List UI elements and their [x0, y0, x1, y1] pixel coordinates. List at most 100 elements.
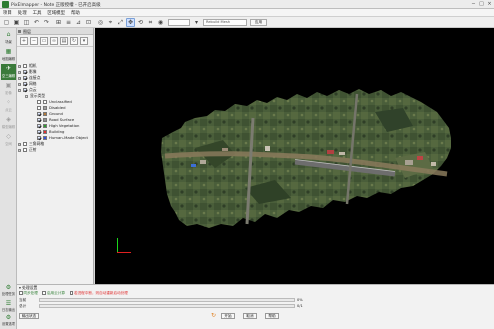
- open-icon[interactable]: ▢: [2, 18, 11, 27]
- layer-checkbox[interactable]: [37, 100, 41, 104]
- menu-process[interactable]: 处理: [18, 10, 27, 16]
- display-mode-select[interactable]: Rebuild Mesh: [203, 19, 247, 26]
- layer-checkbox[interactable]: [37, 130, 41, 134]
- refresh-icon[interactable]: ↻: [211, 312, 216, 319]
- bottom-left-nav: ⚙ 处理任务 ☰ 日志输出 ⚙ 设置选项: [0, 285, 17, 329]
- layer-checkbox[interactable]: [23, 64, 27, 68]
- nav-space[interactable]: ◇ 空间: [1, 132, 16, 148]
- redo-icon[interactable]: ↷: [42, 18, 51, 27]
- tree-item[interactable]: + 正射: [18, 147, 93, 153]
- layer-checkbox[interactable]: [23, 142, 27, 146]
- cancel-button[interactable]: 取消: [243, 313, 257, 319]
- map-viewport[interactable]: [95, 28, 494, 284]
- nav-map-edit[interactable]: ▦ 地图编辑: [1, 47, 16, 63]
- aerial-edit-icon: ✈: [5, 65, 12, 72]
- layers-icon[interactable]: ≡: [64, 18, 73, 27]
- layer-checkbox[interactable]: [37, 112, 41, 116]
- layer-checkbox[interactable]: [37, 136, 41, 140]
- refresh-icon[interactable]: ↻: [70, 37, 78, 45]
- nav-aerial-edit[interactable]: ✈ 空三编辑: [1, 64, 16, 80]
- nav-settings[interactable]: ⚙ 设置选项: [1, 314, 16, 327]
- layer-checkbox[interactable]: [37, 106, 41, 110]
- building: [431, 162, 436, 166]
- ruler-icon[interactable]: ⊿: [74, 18, 83, 27]
- nav-scene[interactable]: ⌂ 场景: [1, 30, 16, 46]
- collapse-icon[interactable]: -: [25, 94, 28, 98]
- expand-icon[interactable]: +: [18, 64, 21, 68]
- orthomosaic-canvas: [161, 89, 451, 228]
- lock-icon[interactable]: ▤: [60, 37, 68, 45]
- add-layer-icon[interactable]: +: [20, 37, 28, 45]
- close-button[interactable]: ×: [486, 1, 493, 8]
- measure-icon[interactable]: ⌗: [146, 18, 155, 27]
- app-title: PixElmapper - Note 正版授權 - 已开启高级: [11, 3, 101, 8]
- maximize-button[interactable]: □: [478, 1, 485, 8]
- chevron-down-icon[interactable]: ▾: [192, 18, 201, 27]
- layer-checkbox[interactable]: [23, 70, 27, 74]
- sync-checkbox[interactable]: [19, 291, 23, 295]
- apply-button[interactable]: 应用: [250, 19, 267, 26]
- layer-checkbox[interactable]: [23, 148, 27, 152]
- restart-checkbox[interactable]: [69, 291, 73, 295]
- layer-panel: 图层 + − ▭ ∞ ▤ ↻ ▾ + 相机 + 影像 + 连接点 + 网格 - 点云 - 显示类型 Un…: [17, 28, 94, 294]
- expand-icon[interactable]: +: [18, 70, 21, 74]
- layer-checkbox[interactable]: [23, 88, 27, 92]
- export-status-button[interactable]: 输出状态: [19, 313, 39, 319]
- zoom-fit-icon[interactable]: ⊡: [84, 18, 93, 27]
- panel-title: 图层: [23, 29, 31, 34]
- rotate-icon[interactable]: ⟲: [136, 18, 145, 27]
- layer-checkbox[interactable]: [23, 76, 27, 80]
- expand-icon[interactable]: +: [18, 82, 21, 86]
- menu-project[interactable]: 项目: [3, 10, 12, 16]
- space-icon: ◇: [6, 133, 11, 140]
- nav-task[interactable]: ⚙ 处理任务: [1, 285, 16, 297]
- nav-model-edit[interactable]: ◈ 模型编辑: [1, 115, 16, 131]
- link-icon[interactable]: ∞: [50, 37, 58, 45]
- layer-checkbox[interactable]: [37, 118, 41, 122]
- total-label: 总计: [19, 304, 27, 308]
- layer-tree: + 相机 + 影像 + 连接点 + 网格 - 点云 - 显示类型 Unclassified Disable…: [18, 63, 93, 153]
- grid-icon[interactable]: ⊞: [54, 18, 63, 27]
- photo-icon: ▣: [5, 82, 12, 89]
- tree-item-label: 正射: [29, 147, 37, 152]
- expand-icon[interactable]: +: [18, 76, 21, 80]
- filter-icon[interactable]: ▾: [80, 37, 88, 45]
- building: [339, 152, 345, 155]
- nav-photo[interactable]: ▣ 影像: [1, 81, 16, 97]
- nav-point-cloud[interactable]: ⁘ 点云: [1, 98, 16, 114]
- save-icon[interactable]: ▣: [12, 18, 21, 27]
- expand-icon[interactable]: +: [18, 148, 21, 152]
- menu-tools[interactable]: 工具: [33, 10, 42, 16]
- layer-checkbox[interactable]: [23, 82, 27, 86]
- pan-icon[interactable]: ✥: [126, 18, 135, 27]
- menu-area-model[interactable]: 区域模型: [47, 10, 65, 16]
- class-color-swatch: [43, 118, 47, 122]
- building: [265, 146, 270, 151]
- camera-icon[interactable]: ◉: [156, 18, 165, 27]
- expand-icon[interactable]: +: [18, 142, 21, 146]
- collapse-icon[interactable]: -: [18, 88, 21, 92]
- axis-y-indicator: [117, 238, 118, 252]
- total-progress-bar: [39, 304, 295, 308]
- remove-layer-icon[interactable]: −: [30, 37, 38, 45]
- fullscreen-icon[interactable]: ⤢: [116, 18, 125, 27]
- blue-roof: [191, 164, 196, 167]
- step-value: 0%: [297, 298, 303, 302]
- layer-checkbox[interactable]: [37, 124, 41, 128]
- nav-log[interactable]: ☰ 日志输出: [1, 300, 16, 313]
- view-icon[interactable]: ◎: [96, 18, 105, 27]
- cloud-checkbox[interactable]: [42, 291, 46, 295]
- undo-icon[interactable]: ↶: [32, 18, 41, 27]
- pin-icon[interactable]: [18, 30, 21, 33]
- select-icon[interactable]: ⌖: [106, 18, 115, 27]
- building: [222, 148, 228, 151]
- folder-icon[interactable]: ▭: [40, 37, 48, 45]
- render-mode-select[interactable]: [168, 19, 190, 26]
- help-button[interactable]: 帮助: [265, 313, 279, 319]
- start-button[interactable]: 开始: [221, 313, 235, 319]
- building: [405, 160, 413, 165]
- screenshot-icon[interactable]: ◫: [22, 18, 31, 27]
- menu-help[interactable]: 帮助: [71, 10, 80, 16]
- minimize-button[interactable]: −: [470, 1, 477, 8]
- class-color-swatch: [43, 136, 47, 140]
